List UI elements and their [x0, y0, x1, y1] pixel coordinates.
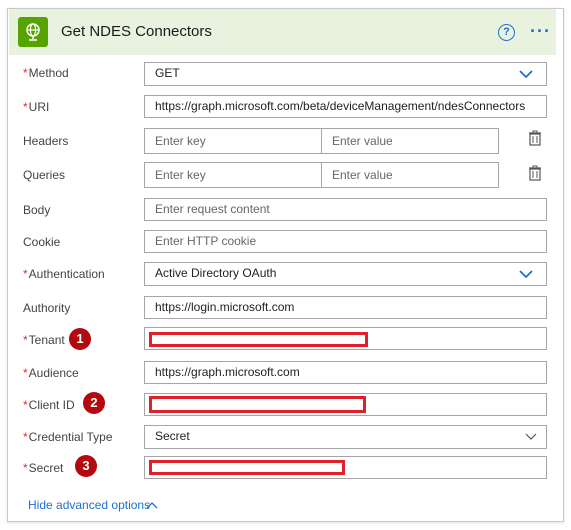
queries-value-input[interactable]: Enter value — [321, 162, 499, 188]
cookie-label: Cookie — [23, 235, 61, 249]
audience-input[interactable]: https://graph.microsoft.com — [144, 361, 547, 384]
globe-icon — [18, 17, 48, 47]
delete-icon[interactable] — [528, 165, 542, 181]
queries-key-input[interactable]: Enter key — [144, 162, 322, 188]
callout-badge-3: 3 — [75, 455, 97, 477]
method-select[interactable]: GET — [144, 62, 547, 86]
chevron-up-icon — [146, 502, 158, 509]
chevron-down-icon — [519, 270, 533, 279]
body-label: Body — [23, 203, 51, 217]
callout-badge-1: 1 — [69, 328, 91, 350]
cookie-input[interactable]: Enter HTTP cookie — [144, 230, 547, 253]
credential-type-value: Secret — [155, 429, 190, 443]
queries-label: Queries — [23, 168, 66, 182]
audience-label: *Audience — [23, 366, 79, 380]
body-input[interactable]: Enter request content — [144, 198, 547, 221]
redaction-box — [149, 460, 345, 475]
advanced-link-text: Hide advanced options — [28, 498, 151, 512]
uri-input[interactable]: https://graph.microsoft.com/beta/deviceM… — [144, 95, 547, 118]
authentication-value: Active Directory OAuth — [155, 266, 277, 280]
headers-label: Headers — [23, 134, 69, 148]
redaction-box — [149, 332, 368, 347]
more-options-icon[interactable]: ··· — [530, 21, 551, 42]
action-title: Get NDES Connectors — [61, 23, 212, 40]
callout-badge-2: 2 — [83, 392, 105, 414]
help-icon[interactable]: ? — [498, 24, 515, 41]
credential-type-label: *Credential Type — [23, 430, 113, 444]
delete-icon[interactable] — [528, 130, 542, 146]
uri-label: *URI — [23, 100, 50, 114]
authentication-select[interactable]: Active Directory OAuth — [144, 262, 547, 286]
authority-input[interactable]: https://login.microsoft.com — [144, 296, 547, 319]
authority-label: Authority — [23, 301, 71, 315]
headers-value-input[interactable]: Enter value — [321, 128, 499, 154]
chevron-down-icon — [519, 70, 533, 79]
authentication-label: *Authentication — [23, 267, 105, 281]
tenant-label: *Tenant — [23, 333, 65, 347]
action-header[interactable]: Get NDES Connectors ? ··· — [9, 9, 556, 55]
method-value: GET — [155, 66, 180, 80]
method-label: *Method — [23, 66, 69, 80]
redaction-box — [149, 396, 366, 413]
client-id-label: *Client ID — [23, 398, 75, 412]
secret-label: *Secret — [23, 461, 64, 475]
headers-key-input[interactable]: Enter key — [144, 128, 322, 154]
credential-type-select[interactable]: Secret — [144, 425, 547, 449]
chevron-down-icon — [525, 433, 537, 440]
hide-advanced-options-link[interactable]: Hide advanced options — [28, 498, 158, 512]
